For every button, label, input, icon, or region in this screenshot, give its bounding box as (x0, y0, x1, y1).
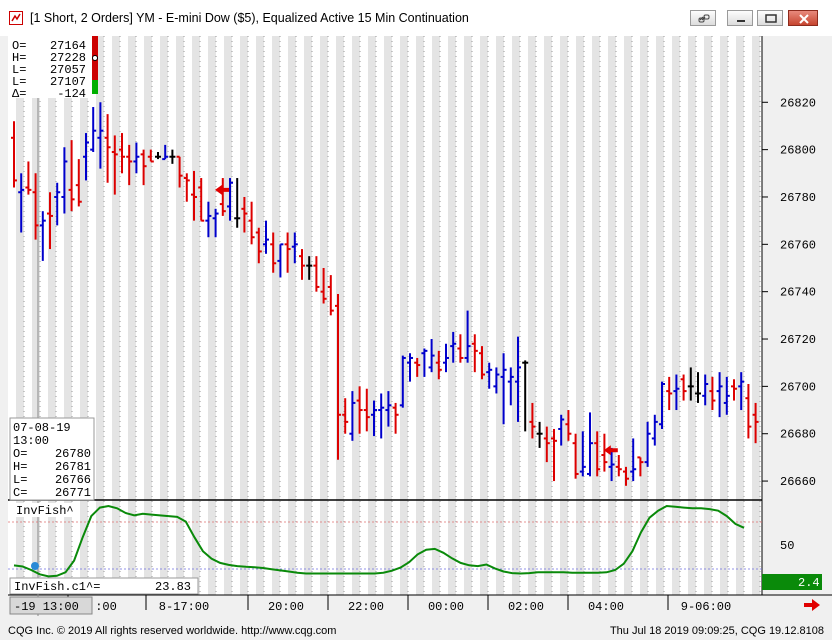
cursor-date: 07-08-19 (13, 421, 71, 435)
time-tick-label: 00:00 (428, 600, 464, 614)
link-button[interactable] (690, 10, 716, 26)
session-stripe (320, 36, 328, 595)
session-stripe (736, 36, 744, 595)
window-titlebar: [1 Short, 2 Orders] YM - E-mini Dow ($5)… (0, 0, 832, 37)
session-stripe (576, 36, 584, 595)
close-button[interactable] (788, 10, 818, 26)
indicator-axis-tick: 50 (780, 539, 794, 553)
session-stripe (304, 36, 312, 595)
copyright-text: CQG Inc. © 2019 All rights reserved worl… (8, 625, 337, 637)
indicator-name: InvFish^ (16, 504, 74, 518)
cursor-row-value: 26780 (55, 447, 91, 461)
session-stripe (720, 36, 728, 595)
session-stripe (528, 36, 536, 595)
session-stripe (176, 36, 184, 595)
restore-button[interactable] (757, 10, 783, 26)
range-bar-marker (92, 55, 98, 61)
time-tick-label: :00 (95, 600, 117, 614)
minimize-icon (737, 20, 745, 22)
price-tick-label: 26800 (780, 144, 816, 158)
indicator-current-value: 2.4 (798, 576, 820, 590)
cursor-row-value: 26771 (55, 486, 91, 500)
ohlc-row-label: Δ= (12, 87, 26, 101)
session-stripe (544, 36, 552, 595)
time-tick-label: 8-17:00 (159, 600, 209, 614)
cursor-row-label: O= (13, 447, 27, 461)
price-chart-svg[interactable]: 26820 26800 26780 26760 26740 26720 26700 26680… (0, 36, 832, 626)
link-icon (698, 14, 710, 23)
session-stripe (512, 36, 520, 595)
session-stripe (592, 36, 600, 595)
session-stripe (240, 36, 248, 595)
indicator-cursor-dot (31, 562, 39, 570)
price-tick-label: 26820 (780, 96, 816, 110)
time-tick-label: 04:00 (588, 600, 624, 614)
time-tick-label: 20:00 (268, 600, 304, 614)
session-stripe (752, 36, 760, 595)
timestamp-text: Thu Jul 18 2019 09:09:25, CQG 19.12.8108 (609, 625, 824, 637)
time-tick-label: 02:00 (508, 600, 544, 614)
session-stripe (640, 36, 648, 595)
close-icon (799, 14, 809, 24)
session-stripe (352, 36, 360, 595)
session-stripe (608, 36, 616, 595)
price-tick-label: 26680 (780, 428, 816, 442)
cursor-row-label: C= (13, 486, 27, 500)
time-cursor-label: -19 13:00 (14, 600, 79, 614)
session-stripe (432, 36, 440, 595)
session-stripe (80, 36, 88, 595)
status-footer: CQG Inc. © 2019 All rights reserved worl… (0, 624, 832, 640)
session-stripe (496, 36, 504, 595)
price-tick-label: 26780 (780, 191, 816, 205)
session-stripe (224, 36, 232, 595)
restore-icon (765, 14, 777, 23)
session-stripe (400, 36, 408, 595)
session-stripe (416, 36, 424, 595)
session-stripe (128, 36, 136, 595)
ohlc-row-value: -124 (57, 87, 86, 101)
range-bar-green (92, 80, 98, 94)
time-tick-label: 9-06:00 (681, 600, 731, 614)
price-tick-label: 26720 (780, 333, 816, 347)
session-stripe (384, 36, 392, 595)
chart-area[interactable]: 26820 26800 26780 26760 26740 26720 26700 26680… (0, 36, 832, 626)
session-stripe (112, 36, 120, 595)
session-stripe (256, 36, 264, 595)
cursor-row-label: H= (13, 460, 27, 474)
cursor-row-value: 26781 (55, 460, 91, 474)
indicator-value: 23.83 (155, 580, 191, 594)
session-stripe (672, 36, 680, 595)
session-stripe (704, 36, 712, 595)
session-stripe (144, 36, 152, 595)
session-stripe (160, 36, 168, 595)
session-stripe (192, 36, 200, 595)
price-tick-label: 26740 (780, 286, 816, 300)
price-tick-label: 26700 (780, 380, 816, 394)
session-stripe (208, 36, 216, 595)
session-stripe (624, 36, 632, 595)
session-stripe (560, 36, 568, 595)
minimize-button[interactable] (727, 10, 753, 26)
time-tick-label: 22:00 (348, 600, 384, 614)
price-tick-label: 26760 (780, 238, 816, 252)
window-title: [1 Short, 2 Orders] YM - E-mini Dow ($5)… (30, 11, 469, 25)
cqg-app-icon (9, 11, 23, 25)
session-stripe (288, 36, 296, 595)
session-stripe (480, 36, 488, 595)
session-stripe (688, 36, 696, 595)
cursor-row-label: L= (13, 473, 27, 487)
session-stripe (272, 36, 280, 595)
cursor-time: 13:00 (13, 434, 49, 448)
price-tick-label: 26660 (780, 475, 816, 489)
cursor-row-value: 26766 (55, 473, 91, 487)
session-stripe (368, 36, 376, 595)
session-stripe (448, 36, 456, 595)
indicator-value-label: InvFish.c1^= (14, 580, 100, 594)
